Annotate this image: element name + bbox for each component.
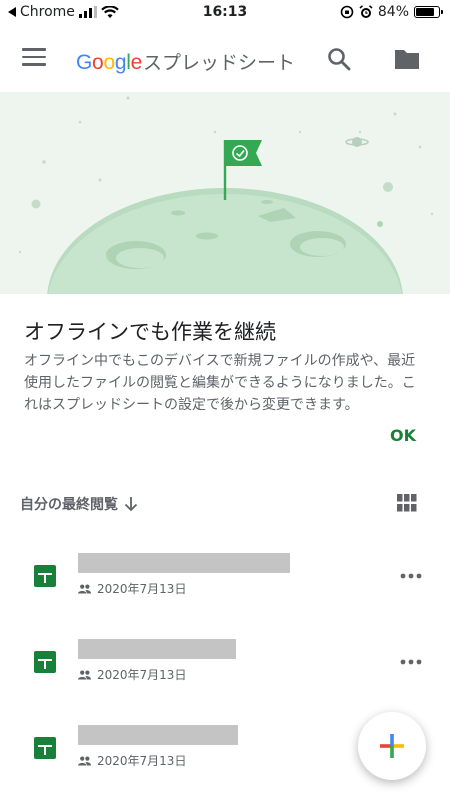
arrow-down-icon (124, 497, 138, 512)
battery-icon (414, 6, 443, 18)
offline-card-title: オフラインでも作業を継続 (24, 320, 276, 344)
sheets-icon (34, 565, 56, 587)
file-modified-date: 2020年7月13日 (97, 582, 187, 596)
file-name-redacted (78, 553, 290, 573)
battery-level (416, 8, 435, 16)
ok-button[interactable]: OK (390, 426, 416, 445)
people-icon (78, 670, 91, 679)
app-title: Google スプレッドシート (76, 48, 295, 75)
offline-illustration (0, 92, 450, 294)
sort-selector[interactable]: 自分の最終閲覧 (20, 494, 138, 514)
search-icon[interactable] (326, 46, 352, 72)
planet-icon (345, 137, 369, 147)
status-bar: Chrome 16:13 84% (0, 0, 450, 26)
file-row[interactable]: 2020年7月13日 (0, 626, 450, 706)
more-horizontal-icon[interactable] (400, 573, 422, 579)
orientation-lock-icon (340, 5, 354, 19)
file-modified-date: 2020年7月13日 (97, 754, 187, 768)
file-row[interactable]: 2020年7月13日 (0, 540, 450, 620)
offline-card-body: オフライン中でもこのデバイスで新規ファイルの作成や、最近使用したファイルの閲覧と… (24, 353, 416, 413)
folder-icon[interactable] (393, 46, 421, 72)
product-name: スプレッドシート (142, 52, 295, 74)
file-meta: 2020年7月13日 (78, 752, 186, 769)
create-new-fab[interactable] (358, 712, 426, 780)
grid-view-icon[interactable] (397, 494, 417, 512)
people-icon (78, 756, 91, 765)
moon-illustration (18, 96, 434, 294)
file-meta: 2020年7月13日 (78, 580, 186, 597)
file-name-redacted (78, 639, 236, 659)
alarm-icon (359, 5, 373, 18)
hamburger-menu-icon[interactable] (22, 48, 46, 68)
sheets-icon (34, 651, 56, 673)
sheets-icon (34, 737, 56, 759)
battery-percent: 84% (377, 4, 409, 20)
file-modified-date: 2020年7月13日 (97, 668, 187, 682)
google-logo-text: Google (76, 51, 142, 74)
sort-label: 自分の最終閲覧 (20, 497, 118, 513)
more-horizontal-icon[interactable] (400, 659, 422, 665)
file-meta: 2020年7月13日 (78, 666, 186, 683)
app-bar: Google スプレッドシート (0, 26, 450, 92)
people-icon (78, 584, 91, 593)
file-name-redacted (78, 725, 238, 745)
colorful-plus-icon (380, 734, 404, 758)
status-right: 84% (340, 4, 443, 20)
